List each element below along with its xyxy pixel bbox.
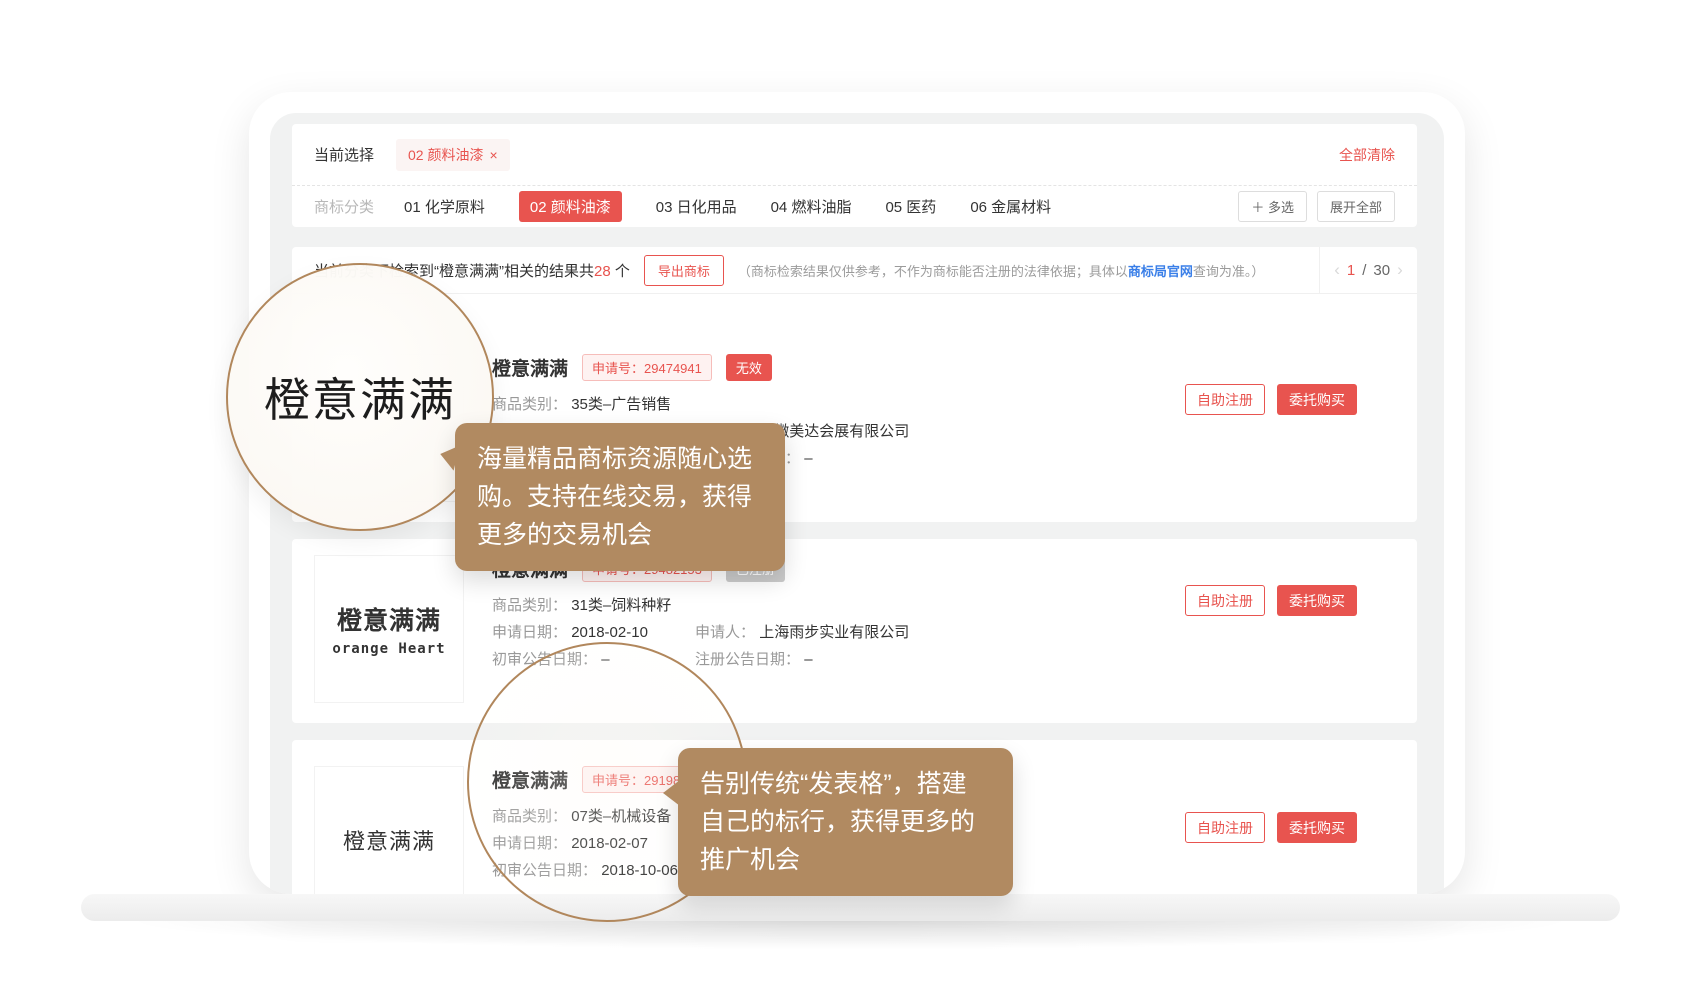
category-actions: ＋ 多选 展开全部 xyxy=(1238,191,1395,222)
category-item-03[interactable]: 03 日化用品 xyxy=(656,196,737,217)
export-trademarks-button[interactable]: 导出商标 xyxy=(644,255,724,286)
magnified-trademark-text: 橙意满满 xyxy=(264,364,456,430)
entrust-buy-button[interactable]: 委托购买 xyxy=(1277,384,1357,415)
category-field-label: 商品类别： xyxy=(492,396,567,413)
results-disclaimer: （商标检索结果仅供参考，不作为商标能否注册的法律依据；具体以商标局官网查询为准。… xyxy=(738,261,1265,280)
multi-select-button[interactable]: ＋ 多选 xyxy=(1238,191,1307,222)
trademark-image-2[interactable]: 橙意满满 orange Heart xyxy=(314,555,464,703)
row-actions-2: 自助注册 委托购买 xyxy=(1185,585,1357,616)
category-item-02-selected[interactable]: 02 颜料油漆 xyxy=(519,191,622,222)
trademark-image-subtext: orange Heart xyxy=(332,641,445,657)
pagination: ‹ 1 / 30 › xyxy=(1319,247,1417,293)
clear-all-link[interactable]: 全部清除 xyxy=(1339,145,1395,165)
magnifier-lens-1: 橙意满满 xyxy=(226,263,494,531)
category-row-label: 商标分类 xyxy=(314,196,374,217)
apply-date-label: 申请日期： xyxy=(492,624,567,641)
results-header: 当前分类下检索到“橙意满满”相关的结果共28 个 导出商标 （商标检索结果仅供参… xyxy=(292,247,1417,294)
category-field-value: 35类–广告销售 xyxy=(571,396,671,413)
self-register-button[interactable]: 自助注册 xyxy=(1185,812,1265,843)
reg-publication-value: – xyxy=(804,450,812,467)
prev-page-icon[interactable]: ‹ xyxy=(1334,260,1340,280)
self-register-button[interactable]: 自助注册 xyxy=(1185,585,1265,616)
entrust-buy-button[interactable]: 委托购买 xyxy=(1277,812,1357,843)
trademark-image-text: 橙意满满 xyxy=(343,824,435,856)
category-field-value: 31类–饲料种籽 xyxy=(571,597,671,614)
applicant-label: 申请人： xyxy=(695,624,755,641)
entrust-buy-button[interactable]: 委托购买 xyxy=(1277,585,1357,616)
selected-filter-tag[interactable]: 02 颜料油漆× xyxy=(396,139,510,171)
category-item-06[interactable]: 06 金属材料 xyxy=(970,196,1051,217)
trademark-image-3[interactable]: 橙意满满 xyxy=(314,766,464,894)
trademark-name[interactable]: 橙意满满 xyxy=(492,354,568,381)
total-pages: 30 xyxy=(1373,262,1390,279)
expand-all-button[interactable]: 展开全部 xyxy=(1317,191,1395,222)
marketing-screenshot-stage: 当前选择 02 颜料油漆× 全部清除 商标分类 01 化学原料 02 颜料油漆 … xyxy=(0,0,1696,1002)
category-item-05[interactable]: 05 医药 xyxy=(885,196,936,217)
category-item-04[interactable]: 04 燃料油脂 xyxy=(771,196,852,217)
filter-card: 当前选择 02 颜料油漆× 全部清除 商标分类 01 化学原料 02 颜料油漆 … xyxy=(292,124,1417,227)
callout-text: 告别传统“发表格”，搭建自己的标行，获得更多的推广机会 xyxy=(700,770,975,874)
category-item-01[interactable]: 01 化学原料 xyxy=(404,196,485,217)
current-page: 1 xyxy=(1347,262,1355,279)
category-field-label: 商品类别： xyxy=(492,597,567,614)
laptop-base xyxy=(81,894,1620,921)
callout-tail-icon xyxy=(663,780,680,806)
row-actions-3: 自助注册 委托购买 xyxy=(1185,812,1357,843)
status-badge-invalid: 无效 xyxy=(726,354,772,381)
page-separator: / xyxy=(1362,262,1366,279)
row-actions-1: 自助注册 委托购买 xyxy=(1185,384,1357,415)
trademark-image-text: 橙意满满 xyxy=(337,601,441,637)
reg-publication-value: – xyxy=(804,651,812,668)
trademark-office-link[interactable]: 商标局官网 xyxy=(1128,264,1193,279)
applicant-value: 上海雨步实业有限公司 xyxy=(759,624,909,641)
next-page-icon[interactable]: › xyxy=(1397,260,1403,280)
callout-buy-trademarks: 海量精品商标资源随心选购。支持在线交易，获得更多的交易机会 xyxy=(455,423,785,571)
self-register-button[interactable]: 自助注册 xyxy=(1185,384,1265,415)
current-selection-row: 当前选择 02 颜料油漆× 全部清除 xyxy=(292,124,1417,186)
category-row: 商标分类 01 化学原料 02 颜料油漆 03 日化用品 04 燃料油脂 05 … xyxy=(292,186,1417,227)
application-number-tag: 申请号：29474941 xyxy=(582,354,712,381)
reg-publication-label: 注册公告日期： xyxy=(695,651,800,668)
callout-text: 海量精品商标资源随心选购。支持在线交易，获得更多的交易机会 xyxy=(477,445,752,549)
results-count: 28 xyxy=(594,263,611,280)
apply-date-value: 2018-02-10 xyxy=(571,624,648,641)
row-gap xyxy=(292,723,1417,740)
callout-build-shop: 告别传统“发表格”，搭建自己的标行，获得更多的推广机会 xyxy=(678,748,1013,896)
tag-close-icon[interactable]: × xyxy=(489,147,497,163)
current-selection-label: 当前选择 xyxy=(314,144,374,165)
results-summary-area: 当前分类下检索到“橙意满满”相关的结果共28 个 导出商标 （商标检索结果仅供参… xyxy=(292,247,1319,293)
